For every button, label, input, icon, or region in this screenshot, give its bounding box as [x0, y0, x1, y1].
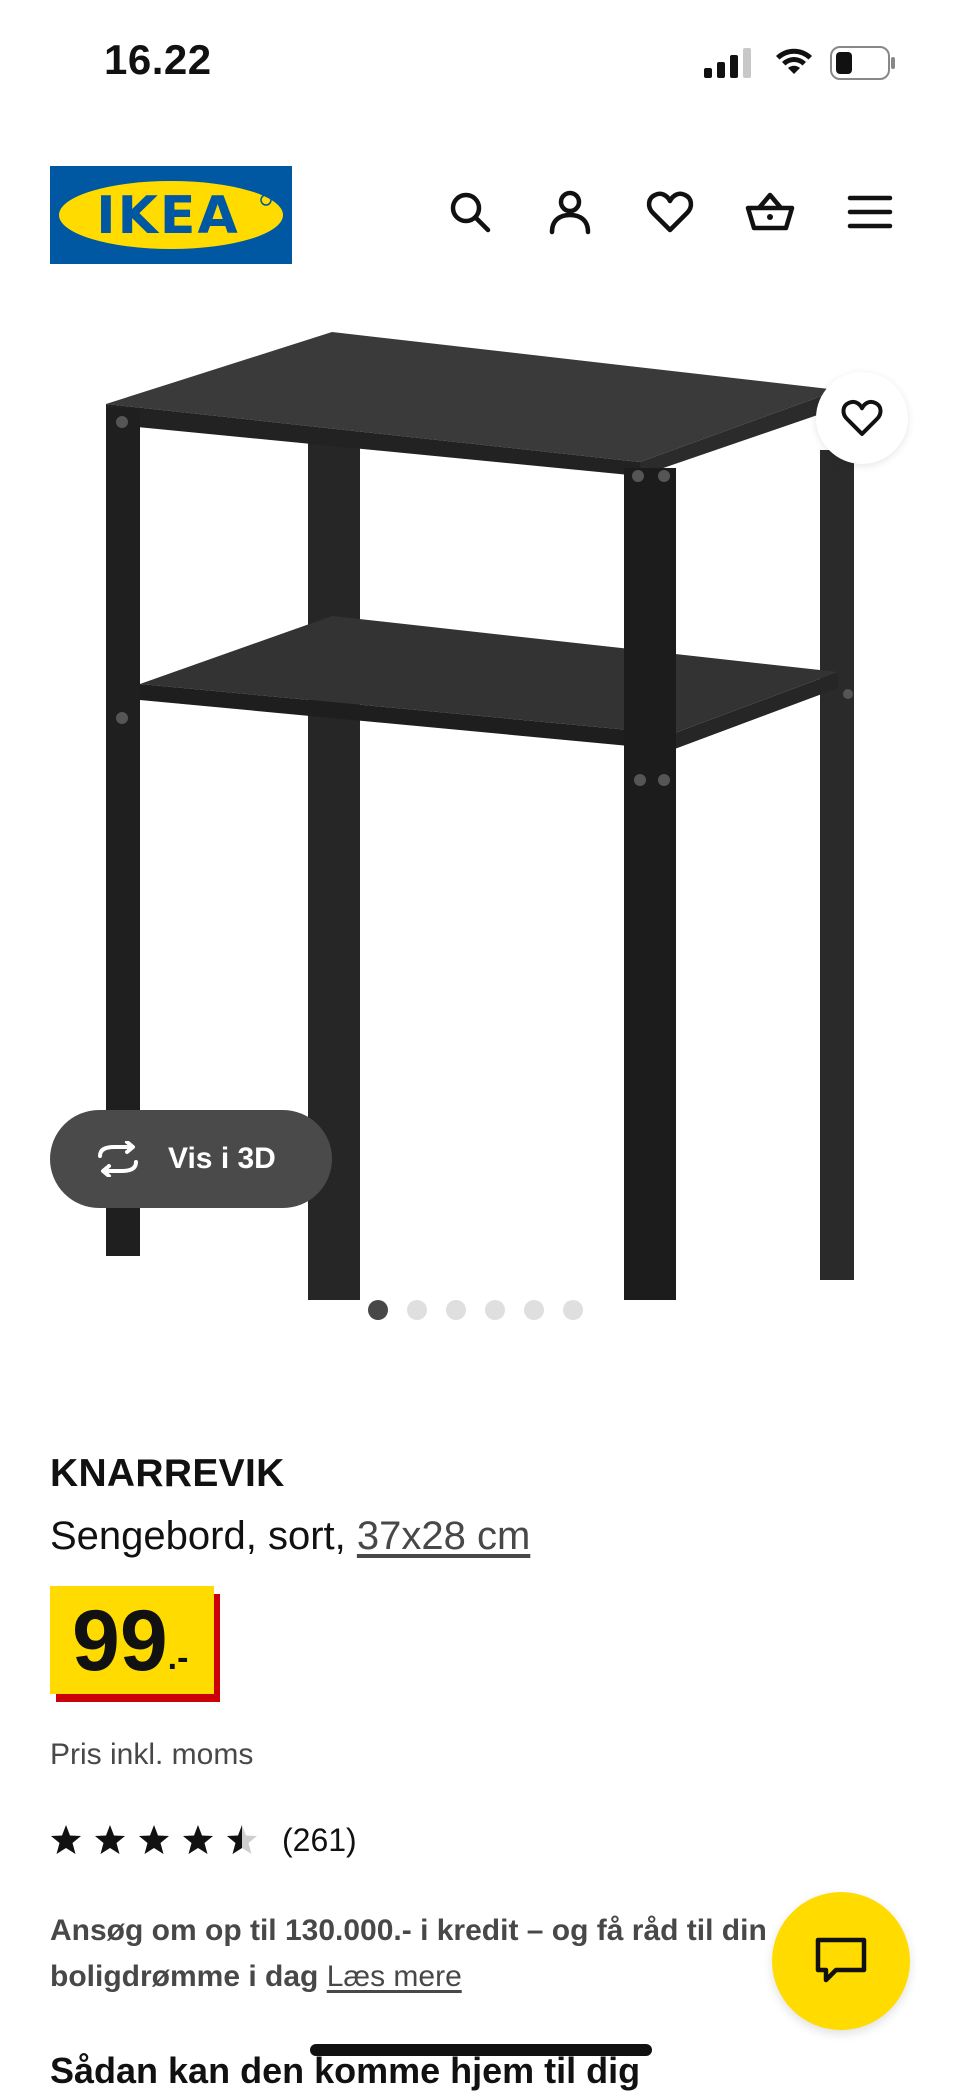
- product-size-link[interactable]: 37x28 cm: [357, 1514, 530, 1558]
- product-description: Sengebord, sort, 37x28 cm: [50, 1514, 530, 1559]
- table-leg: [624, 468, 676, 1300]
- price-note: Pris inkl. moms: [50, 1738, 254, 1771]
- gallery-dot[interactable]: [563, 1300, 583, 1320]
- star-icon: [95, 1825, 125, 1854]
- star-icon: [51, 1825, 81, 1854]
- price-tag: 99 .-: [50, 1586, 214, 1694]
- profile-icon[interactable]: [544, 186, 596, 238]
- product-name: KNARREVIK: [50, 1452, 285, 1495]
- star-icon: [183, 1825, 213, 1854]
- rating-count[interactable]: (261): [282, 1822, 357, 1859]
- product-favourite-button[interactable]: [816, 372, 908, 464]
- gallery-dot[interactable]: [368, 1300, 388, 1320]
- credit-banner: Ansøg om op til 130.000.- i kredit – og …: [50, 1908, 790, 2000]
- heart-icon: [841, 399, 883, 436]
- logo-text: IKEA: [96, 186, 239, 246]
- view-3d-button[interactable]: Vis i 3D: [50, 1110, 332, 1208]
- battery-icon: [830, 46, 895, 80]
- price-integer: 99: [72, 1593, 168, 1689]
- gallery-pagination: [368, 1300, 583, 1320]
- menu-icon[interactable]: [844, 186, 896, 238]
- rating-stars[interactable]: [50, 1824, 258, 1856]
- status-time: 16.22: [104, 36, 212, 83]
- gallery-dot[interactable]: [485, 1300, 505, 1320]
- read-more-link[interactable]: Læs mere: [327, 1960, 462, 1993]
- ikea-logo[interactable]: IKEA: [50, 166, 292, 264]
- view-3d-label: Vis i 3D: [168, 1142, 276, 1175]
- search-icon[interactable]: [444, 186, 496, 238]
- star-half-icon: [227, 1825, 257, 1854]
- wifi-icon: [776, 48, 812, 74]
- gallery-dot[interactable]: [524, 1300, 544, 1320]
- gallery-dot[interactable]: [407, 1300, 427, 1320]
- signal-icon: [704, 48, 751, 78]
- basket-icon[interactable]: [744, 186, 796, 238]
- price-suffix: .-: [167, 1639, 189, 1677]
- product-type: Sengebord, sort,: [50, 1514, 346, 1558]
- table-leg: [820, 450, 854, 1280]
- chat-icon: [815, 1937, 867, 1983]
- home-indicator[interactable]: [310, 2044, 652, 2056]
- favourites-icon[interactable]: [644, 186, 696, 238]
- gallery-dot[interactable]: [446, 1300, 466, 1320]
- chat-button[interactable]: [772, 1892, 910, 2030]
- delivery-section-title: Sådan kan den komme hjem til dig: [50, 2050, 641, 2091]
- rotate-3d-icon: [98, 1141, 138, 1177]
- star-icon: [139, 1825, 169, 1854]
